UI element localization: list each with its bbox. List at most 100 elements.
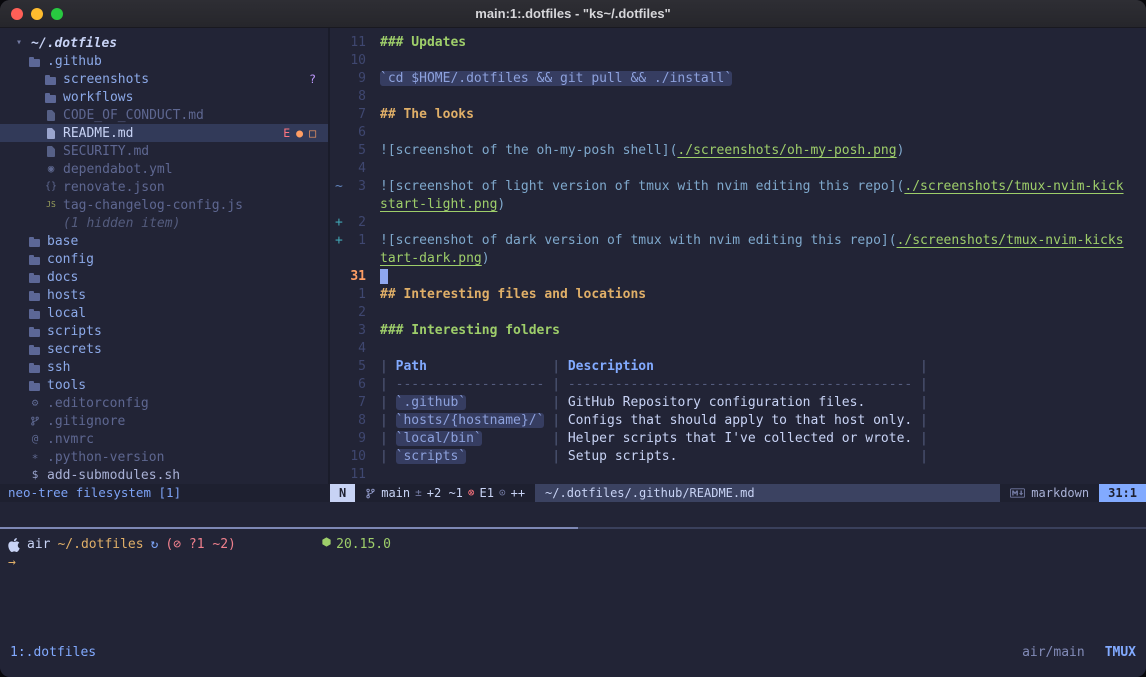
- gutter-sign: [330, 268, 342, 286]
- editor-line-5[interactable]: 5| Path | Description |: [330, 358, 1146, 376]
- tree-item-label: .github: [47, 54, 102, 69]
- editor-line-2[interactable]: 2: [330, 304, 1146, 322]
- gutter-sign: +: [330, 214, 342, 232]
- tree-item-label: tools: [47, 378, 86, 393]
- shell-pane[interactable]: air ~/.dotfiles ↻ (⊘ ?1 ~2) 20.15.0 →: [0, 536, 1146, 572]
- editor-line-9[interactable]: 9| `local/bin` | Helper scripts that I'v…: [330, 430, 1146, 448]
- close-button[interactable]: [11, 8, 23, 20]
- folder-icon: [28, 251, 42, 267]
- tree-item-security-md[interactable]: SECURITY.md: [0, 142, 328, 160]
- editor-line-6[interactable]: 6: [330, 124, 1146, 142]
- tree-item-docs[interactable]: docs: [0, 268, 328, 286]
- tree-item-workflows[interactable]: workflows: [0, 88, 328, 106]
- editor-line-2[interactable]: +2: [330, 214, 1146, 232]
- editor-line-11[interactable]: 11### Updates: [330, 34, 1146, 52]
- tree-item-editorconfig[interactable]: ⚙.editorconfig: [0, 394, 328, 412]
- editor-line-3[interactable]: 3### Interesting folders: [330, 322, 1146, 340]
- tree-item-label: SECURITY.md: [63, 144, 149, 159]
- editor-line-9[interactable]: 9`cd $HOME/.dotfiles && git pull && ./in…: [330, 70, 1146, 88]
- editor-line-5[interactable]: 5![screenshot of the oh-my-posh shell](.…: [330, 142, 1146, 160]
- minimize-button[interactable]: [31, 8, 43, 20]
- line-text: | `scripts` | Setup scripts. |: [380, 448, 928, 466]
- gutter-sign: [330, 34, 342, 52]
- tree-item-label: docs: [47, 270, 78, 285]
- tree-item-local[interactable]: local: [0, 304, 328, 322]
- tree-item-label: ssh: [47, 360, 70, 375]
- status-badges: ?: [309, 72, 316, 86]
- editor-line-10[interactable]: 10: [330, 52, 1146, 70]
- tree-item-config[interactable]: config: [0, 250, 328, 268]
- editor-line-31[interactable]: 31: [330, 268, 1146, 286]
- tree-item-github[interactable]: .github: [0, 52, 328, 70]
- node-icon: [321, 536, 332, 548]
- editor-line-3[interactable]: ~3![screenshot of light version of tmux …: [330, 178, 1146, 196]
- editor-line-wrap[interactable]: tart-dark.png): [330, 250, 1146, 268]
- status-badge: ●: [296, 126, 303, 140]
- editor-line-7[interactable]: 7## The looks: [330, 106, 1146, 124]
- editor-line-1[interactable]: 1## Interesting files and locations: [330, 286, 1146, 304]
- tree-item-label: README.md: [63, 126, 133, 141]
- tree-item-gitignore[interactable]: .gitignore: [0, 412, 328, 430]
- zoom-button[interactable]: [51, 8, 63, 20]
- tree-item-scripts[interactable]: scripts: [0, 322, 328, 340]
- editor-line-4[interactable]: 4: [330, 160, 1146, 178]
- line-number: 2: [342, 214, 366, 232]
- editor-line-6[interactable]: 6| ------------------- | ---------------…: [330, 376, 1146, 394]
- file-path: ~/.dotfiles/.github/README.md: [535, 484, 1000, 502]
- folder-icon: [28, 359, 42, 375]
- editor-line-wrap[interactable]: start-light.png): [330, 196, 1146, 214]
- line-number: 5: [342, 358, 366, 376]
- line-number: 8: [342, 412, 366, 430]
- gutter-sign: [330, 250, 342, 268]
- gutter-sign: [330, 304, 342, 322]
- tree-item-python-version[interactable]: ∗.python-version: [0, 448, 328, 466]
- line-text: ## Interesting files and locations: [380, 286, 646, 304]
- dollar-icon: $: [28, 467, 42, 483]
- tree-item-screenshots[interactable]: screenshots?: [0, 70, 328, 88]
- tree-item-hosts[interactable]: hosts: [0, 286, 328, 304]
- pane-separator-horizontal[interactable]: [0, 527, 1146, 529]
- editor-line-10[interactable]: 10| `scripts` | Setup scripts. |: [330, 448, 1146, 466]
- tree-item-base[interactable]: base: [0, 232, 328, 250]
- tmux-statusbar: 1:.dotfiles air/main TMUX: [0, 644, 1146, 662]
- cursor-position: 31:1: [1099, 484, 1146, 502]
- editor-line-1[interactable]: +1 ![screenshot of dark version of tmux w…: [330, 232, 1146, 250]
- tree-item-tools[interactable]: tools: [0, 376, 328, 394]
- file-icon: [44, 143, 58, 159]
- editor-line-8[interactable]: 8| `hosts/{hostname}/` | Configs that sh…: [330, 412, 1146, 430]
- line-text: `cd $HOME/.dotfiles && git pull && ./ins…: [380, 70, 732, 88]
- line-number: 31: [342, 268, 366, 286]
- tree-item-dependabot-yml[interactable]: ◉dependabot.yml: [0, 160, 328, 178]
- gutter-sign: +: [330, 232, 342, 250]
- gutter-sign: [330, 430, 342, 448]
- line-text: ![screenshot of dark version of tmux wit…: [380, 232, 1124, 250]
- tree-item-nvmrc[interactable]: @.nvmrc: [0, 430, 328, 448]
- tree-item-label: hosts: [47, 288, 86, 303]
- tree-item-ssh[interactable]: ssh: [0, 358, 328, 376]
- tree-item-tag-changelog-config-js[interactable]: JStag-changelog-config.js: [0, 196, 328, 214]
- tree-item-1-hidden-item[interactable]: (1 hidden item): [0, 214, 328, 232]
- file-icon: [44, 125, 58, 141]
- prompt-input-line[interactable]: →: [0, 554, 1146, 572]
- tree-item-secrets[interactable]: secrets: [0, 340, 328, 358]
- editor-line-8[interactable]: 8: [330, 88, 1146, 106]
- gutter-sign: [330, 466, 342, 484]
- filetype: markdown: [1031, 484, 1089, 502]
- tree-item-renovate-json[interactable]: {}renovate.json: [0, 178, 328, 196]
- editor-line-4[interactable]: 4: [330, 340, 1146, 358]
- editor-line-7[interactable]: 7| `.github` | GitHub Repository configu…: [330, 394, 1146, 412]
- line-text: | `.github` | GitHub Repository configur…: [380, 394, 928, 412]
- tree-item-readme-md[interactable]: README.md E●□: [0, 124, 328, 142]
- statusline-extra: ++: [511, 484, 525, 502]
- tree-item-dotfiles[interactable]: ▾~/.dotfiles: [0, 34, 328, 52]
- status-badges: E●□: [283, 126, 316, 140]
- gutter-sign: [330, 88, 342, 106]
- git-diff: +2 ~1: [427, 484, 463, 502]
- tmux-window-label[interactable]: 1:.dotfiles: [10, 644, 96, 662]
- line-number: 1: [342, 232, 366, 250]
- tree-item-add-submodules-sh[interactable]: $add-submodules.sh: [0, 466, 328, 484]
- tree-item-code-of-conduct-md[interactable]: CODE_OF_CONDUCT.md: [0, 106, 328, 124]
- line-number: 4: [342, 340, 366, 358]
- cursor: [380, 269, 388, 284]
- editor-line-11[interactable]: 11: [330, 466, 1146, 484]
